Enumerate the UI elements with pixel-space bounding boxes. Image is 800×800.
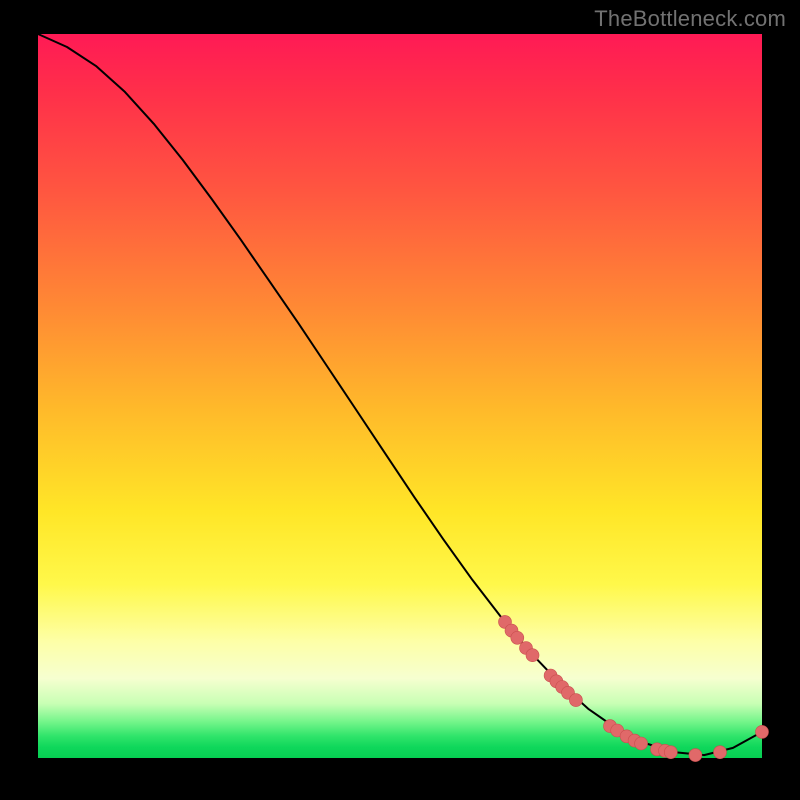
bottleneck-curve [38,34,762,755]
curve-marker [714,746,727,759]
curve-marker [756,725,769,738]
curve-markers [499,615,769,761]
curve-marker [635,737,648,750]
curve-marker [569,694,582,707]
curve-marker [511,631,524,644]
curve-marker [664,746,677,759]
curve-marker [526,649,539,662]
watermark-text: TheBottleneck.com [594,6,786,32]
curve-marker [689,749,702,762]
chart-stage: TheBottleneck.com [0,0,800,800]
chart-svg [38,34,762,758]
gradient-panel [38,34,762,758]
